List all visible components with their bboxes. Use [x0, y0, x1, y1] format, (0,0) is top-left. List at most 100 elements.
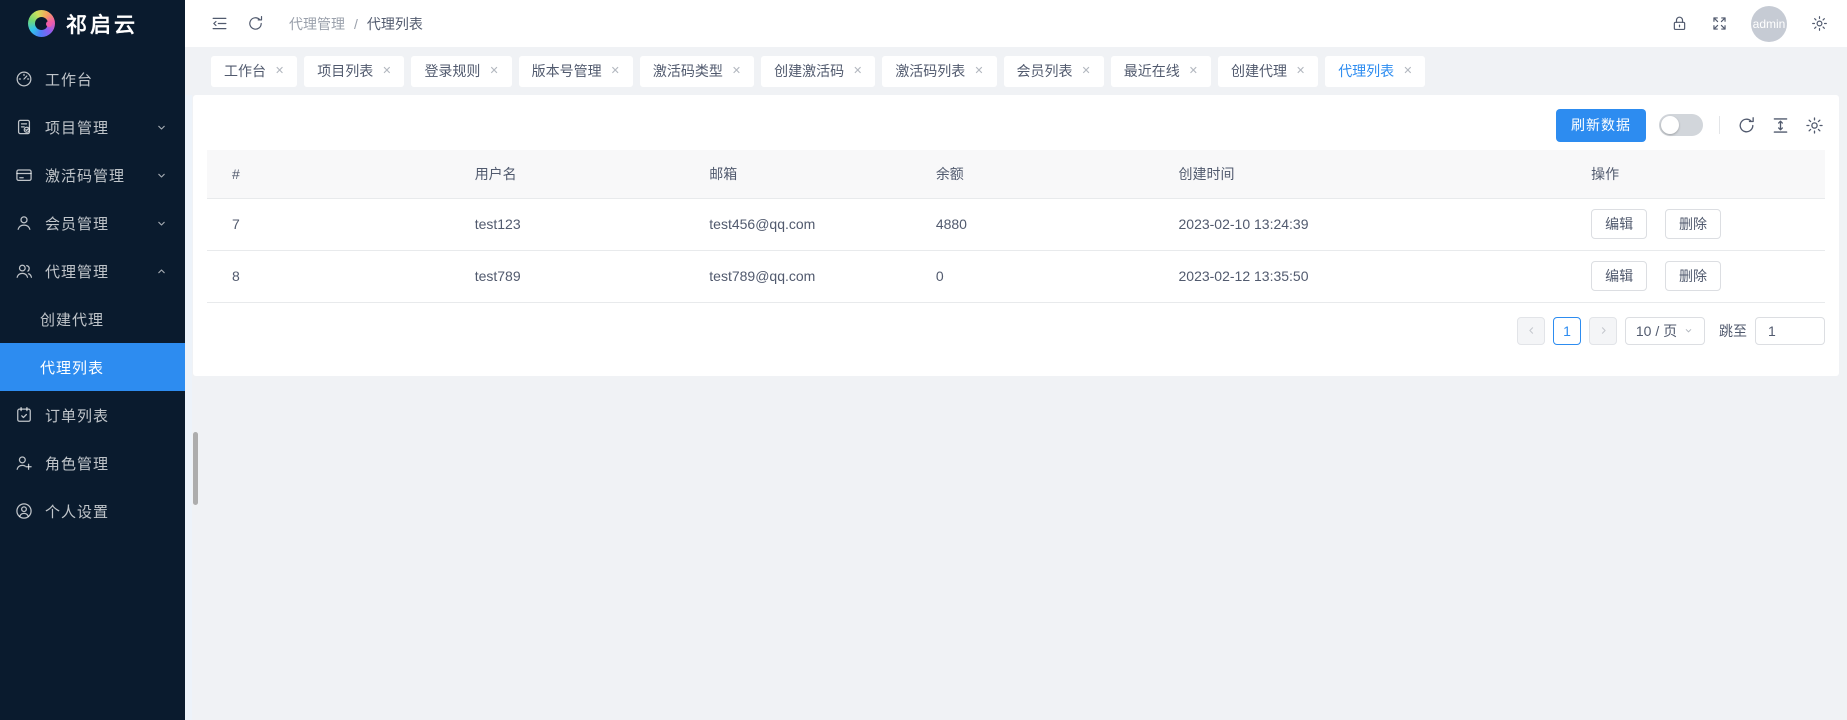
- tab-3[interactable]: 版本号管理: [519, 56, 633, 87]
- breadcrumb-section[interactable]: 代理管理: [289, 14, 345, 34]
- sidebar-item-2[interactable]: 激活码管理: [0, 151, 185, 199]
- project-icon: [14, 117, 34, 137]
- brand-name: 祁启云: [66, 9, 138, 39]
- settings-gear-icon[interactable]: [1801, 6, 1837, 42]
- tab-close-icon[interactable]: [853, 66, 862, 77]
- tab-10[interactable]: 代理列表: [1325, 56, 1425, 87]
- sidebar-item-5[interactable]: 创建代理: [0, 295, 185, 343]
- sidebar-item-label: 项目管理: [45, 117, 155, 138]
- cell-username: test123: [450, 198, 685, 250]
- avatar[interactable]: admin: [1751, 6, 1787, 42]
- tab-5[interactable]: 创建激活码: [761, 56, 875, 87]
- sidebar-subitem-label: 创建代理: [40, 309, 185, 330]
- delete-button[interactable]: 删除: [1665, 261, 1721, 291]
- tab-close-icon[interactable]: [732, 66, 741, 77]
- sidebar-item-7[interactable]: 订单列表: [0, 391, 185, 439]
- scrollbar-thumb[interactable]: [193, 432, 198, 505]
- main-area: 代理管理 / 代理列表 admin 工作台 项目列表 登录规则 版本号管理 激: [185, 0, 1847, 720]
- lock-icon[interactable]: [1661, 6, 1697, 42]
- toolbar-divider: [1719, 116, 1720, 134]
- toggle-switch[interactable]: [1659, 114, 1703, 136]
- sidebar-item-6[interactable]: 代理列表: [0, 343, 185, 391]
- tab-9[interactable]: 创建代理: [1218, 56, 1318, 87]
- order-icon: [14, 405, 34, 425]
- tab-close-icon[interactable]: [1082, 66, 1091, 77]
- sidebar-item-label: 工作台: [45, 69, 171, 90]
- sidebar-item-1[interactable]: 项目管理: [0, 103, 185, 151]
- tab-label: 项目列表: [317, 61, 373, 81]
- tab-close-icon[interactable]: [611, 66, 620, 77]
- dashboard-icon: [14, 69, 34, 89]
- tab-label: 最近在线: [1124, 61, 1180, 81]
- page-size-select[interactable]: 10 / 页: [1625, 317, 1705, 345]
- cell-username: test789: [450, 250, 685, 302]
- agents-table: #用户名邮箱余额创建时间操作 7 test123 test456@qq.com …: [207, 150, 1825, 303]
- tab-6[interactable]: 激活码列表: [882, 56, 996, 87]
- cell-index: 8: [207, 250, 450, 302]
- tab-2[interactable]: 登录规则: [411, 56, 511, 87]
- tab-close-icon[interactable]: [974, 66, 983, 77]
- chevron-up-icon: [155, 265, 168, 278]
- logo-dot: [46, 21, 52, 27]
- sidebar-item-0[interactable]: 工作台: [0, 55, 185, 103]
- current-page-button[interactable]: 1: [1553, 317, 1581, 345]
- next-page-button[interactable]: [1589, 317, 1617, 345]
- tab-close-icon[interactable]: [275, 66, 284, 77]
- delete-button[interactable]: 删除: [1665, 209, 1721, 239]
- reload-page-icon[interactable]: [237, 6, 273, 42]
- sidebar-subitem-label: 代理列表: [40, 357, 185, 378]
- table-header-row: #用户名邮箱余额创建时间操作: [207, 150, 1825, 198]
- tab-label: 创建激活码: [774, 61, 844, 81]
- chevron-down-icon: [155, 217, 168, 230]
- table-row: 7 test123 test456@qq.com 4880 2023-02-10…: [207, 198, 1825, 250]
- tab-label: 版本号管理: [532, 61, 602, 81]
- tab-label: 创建代理: [1231, 61, 1287, 81]
- chevron-down-icon: [1683, 325, 1694, 336]
- breadcrumb-separator: /: [354, 16, 358, 32]
- card-toolbar: 刷新数据: [207, 95, 1825, 142]
- tab-1[interactable]: 项目列表: [304, 56, 404, 87]
- agent-team-icon: [14, 261, 34, 281]
- cell-index: 7: [207, 198, 450, 250]
- role-icon: [14, 453, 34, 473]
- row-density-icon[interactable]: [1770, 115, 1791, 136]
- refresh-data-button[interactable]: 刷新数据: [1556, 109, 1646, 142]
- tab-close-icon[interactable]: [382, 66, 391, 77]
- jump-label: 跳至: [1719, 321, 1747, 341]
- table-settings-gear-icon[interactable]: [1804, 115, 1825, 136]
- jump-page-input[interactable]: [1755, 317, 1825, 345]
- tab-label: 会员列表: [1017, 61, 1073, 81]
- table-body: 7 test123 test456@qq.com 4880 2023-02-10…: [207, 198, 1825, 302]
- chevron-down-icon: [155, 121, 168, 134]
- topbar: 代理管理 / 代理列表 admin: [185, 0, 1847, 47]
- tab-close-icon[interactable]: [1296, 66, 1305, 77]
- brand[interactable]: 祁启云: [0, 0, 185, 47]
- sidebar-item-4[interactable]: 代理管理: [0, 247, 185, 295]
- sidebar-item-8[interactable]: 角色管理: [0, 439, 185, 487]
- edit-button[interactable]: 编辑: [1591, 209, 1647, 239]
- toggle-knob: [1661, 116, 1679, 134]
- tab-8[interactable]: 最近在线: [1111, 56, 1211, 87]
- sidebar-item-label: 激活码管理: [45, 165, 155, 186]
- tab-label: 激活码类型: [653, 61, 723, 81]
- tab-0[interactable]: 工作台: [211, 56, 297, 87]
- brand-logo-icon: [28, 10, 55, 37]
- table-column-header: #: [207, 150, 450, 198]
- sidebar-item-label: 代理管理: [45, 261, 155, 282]
- sidebar-item-3[interactable]: 会员管理: [0, 199, 185, 247]
- cell-balance: 4880: [911, 198, 1154, 250]
- tab-7[interactable]: 会员列表: [1004, 56, 1104, 87]
- sidebar-item-9[interactable]: 个人设置: [0, 487, 185, 535]
- tab-4[interactable]: 激活码类型: [640, 56, 754, 87]
- reload-table-icon[interactable]: [1736, 115, 1757, 136]
- tab-close-icon[interactable]: [1403, 66, 1412, 77]
- fullscreen-icon[interactable]: [1701, 6, 1737, 42]
- tab-close-icon[interactable]: [489, 66, 498, 77]
- table-column-header: 操作: [1566, 150, 1825, 198]
- tab-label: 登录规则: [424, 61, 480, 81]
- menu-fold-icon[interactable]: [201, 6, 237, 42]
- tab-close-icon[interactable]: [1189, 66, 1198, 77]
- table-column-header: 创建时间: [1154, 150, 1567, 198]
- prev-page-button[interactable]: [1517, 317, 1545, 345]
- edit-button[interactable]: 编辑: [1591, 261, 1647, 291]
